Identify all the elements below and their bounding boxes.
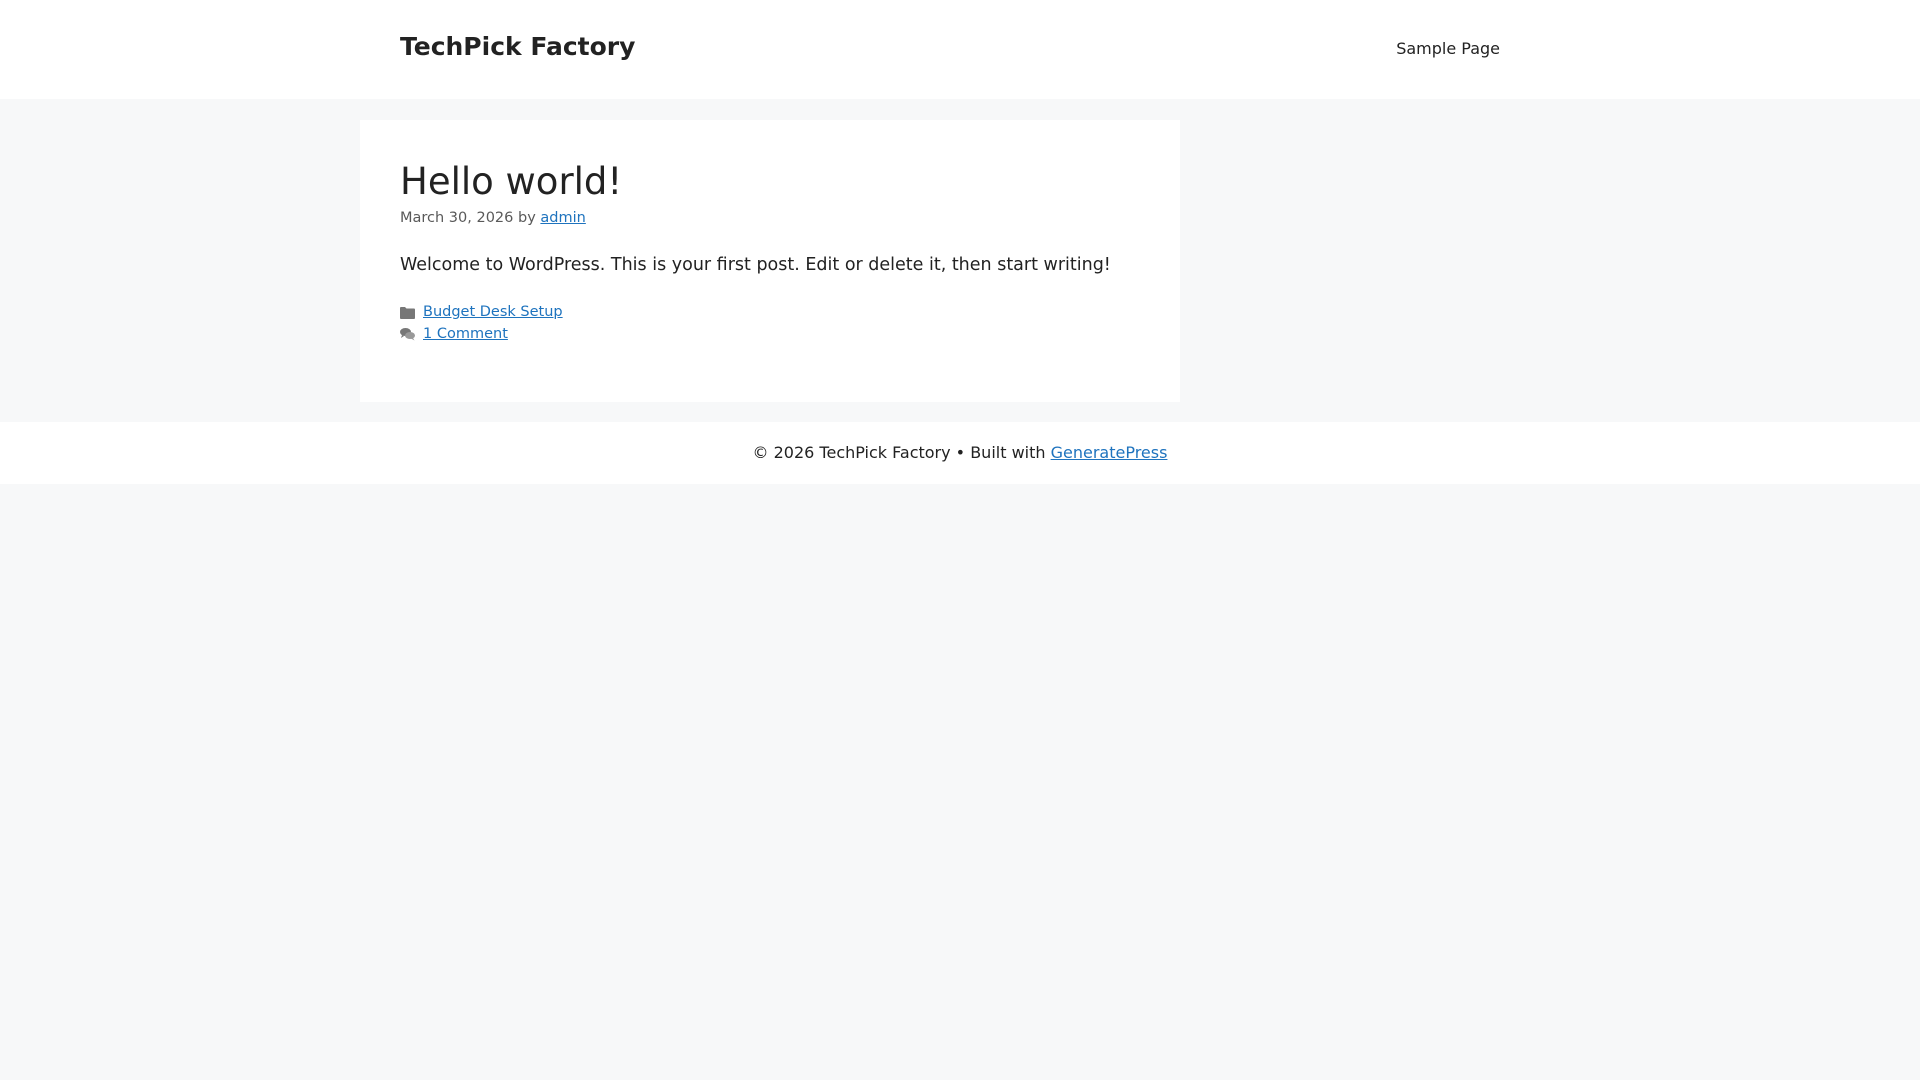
site-header: TechPick Factory Sample Page: [0, 0, 1920, 99]
site-footer: © 2026 TechPick Factory • Built with Gen…: [0, 422, 1920, 484]
post-meta: March 30, 2026 by admin: [400, 210, 1140, 226]
post-article: Hello world! March 30, 2026 by admin Wel…: [360, 120, 1180, 402]
comments-icon: [400, 328, 415, 341]
post-title: Hello world!: [400, 160, 623, 203]
by-label: by: [518, 210, 536, 227]
post-footer-meta: Budget Desk Setup 1 Comment: [400, 301, 1140, 345]
copyright-text: © 2026 TechPick Factory • Built with: [752, 443, 1046, 462]
comments-link[interactable]: 1 Comment: [423, 326, 508, 342]
site-title-link[interactable]: TechPick Factory: [400, 32, 635, 61]
generatepress-link[interactable]: GeneratePress: [1051, 443, 1168, 462]
author-link[interactable]: admin: [540, 210, 585, 226]
nav-item-sample-page[interactable]: Sample Page: [1396, 39, 1500, 58]
post-date: March 30, 2026: [400, 210, 514, 227]
category-link[interactable]: Budget Desk Setup: [423, 304, 563, 320]
folder-icon: [400, 306, 415, 319]
post-content: Welcome to WordPress. This is your first…: [400, 255, 1111, 276]
